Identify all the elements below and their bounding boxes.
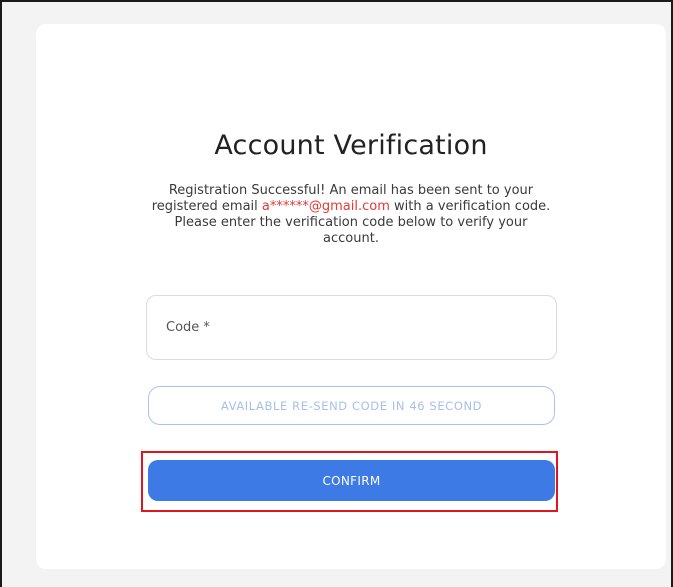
code-field	[146, 295, 557, 360]
window-frame: Account Verification Registration Succes…	[0, 0, 673, 587]
confirm-button[interactable]: CONFIRM	[148, 460, 555, 501]
verification-message: Registration Successful! An email has be…	[146, 183, 556, 247]
verification-card: Account Verification Registration Succes…	[36, 24, 666, 569]
masked-email: a******@gmail.com	[261, 199, 390, 214]
page-title: Account Verification	[214, 130, 488, 161]
code-input[interactable]	[147, 296, 556, 359]
resend-code-button[interactable]: AVAILABLE RE-SEND CODE IN 46 SECOND	[148, 386, 555, 425]
